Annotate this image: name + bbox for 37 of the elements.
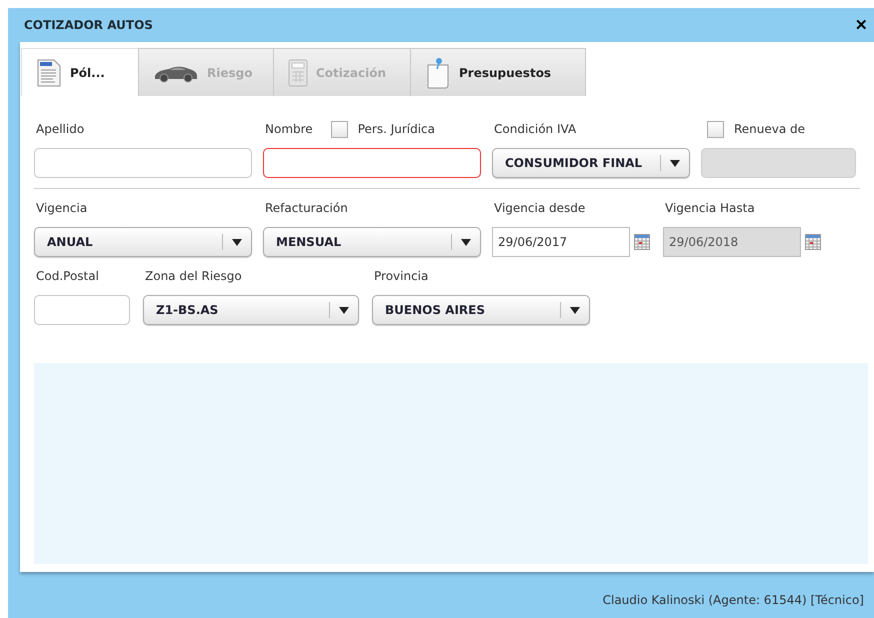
- caret-icon: [670, 160, 680, 166]
- dropdown[interactable]: CONSUMIDOR FINAL: [492, 148, 690, 178]
- field-label: Vigencia Hasta: [665, 201, 755, 215]
- calculator-icon: [288, 58, 308, 86]
- caret-icon: [232, 238, 242, 246]
- text-field[interactable]: [34, 295, 130, 325]
- field-label: Vigencia desde: [494, 201, 586, 215]
- checkbox-label: Pers. Jurídica: [358, 122, 436, 136]
- caret-icon: [570, 306, 580, 314]
- caret-icon: [339, 306, 349, 314]
- checkbox[interactable]: [330, 120, 348, 138]
- dropdown[interactable]: ANUAL: [34, 227, 252, 257]
- tab[interactable]: Presupuestos: [410, 48, 586, 96]
- field-label: Apellido: [36, 122, 84, 136]
- field-label: Refacturación: [265, 201, 348, 215]
- user-info: Claudio Kalinoski (Agente: 61544) [Técnico]: [602, 593, 864, 607]
- caret-icon: [461, 238, 471, 246]
- close-button[interactable]: ✕: [855, 16, 868, 34]
- tab[interactable]: Pól...: [21, 48, 139, 96]
- checkbox-label: Renueva de: [734, 122, 806, 136]
- window-title: COTIZADOR AUTOS: [24, 18, 154, 32]
- date-field[interactable]: 29/06/2017: [492, 227, 630, 257]
- field-label: Vigencia: [36, 201, 88, 215]
- field-label: Cod.Postal: [36, 269, 99, 283]
- field-label: Zona del Riesgo: [145, 269, 242, 283]
- text-field[interactable]: [263, 148, 481, 178]
- field-label: Provincia: [374, 269, 428, 283]
- dropdown[interactable]: BUENOS AIRES: [372, 295, 590, 325]
- field-label: Nombre: [265, 122, 313, 136]
- dropdown[interactable]: Z1-BS.AS: [143, 295, 359, 325]
- pinned-note-icon: [425, 56, 451, 88]
- text-field[interactable]: [34, 148, 252, 178]
- document-icon: [36, 58, 62, 88]
- dropdown[interactable]: MENSUAL: [263, 227, 481, 257]
- field-label: Condición IVA: [494, 122, 576, 136]
- calendar-icon[interactable]: [805, 234, 821, 250]
- calendar-icon[interactable]: [634, 234, 650, 250]
